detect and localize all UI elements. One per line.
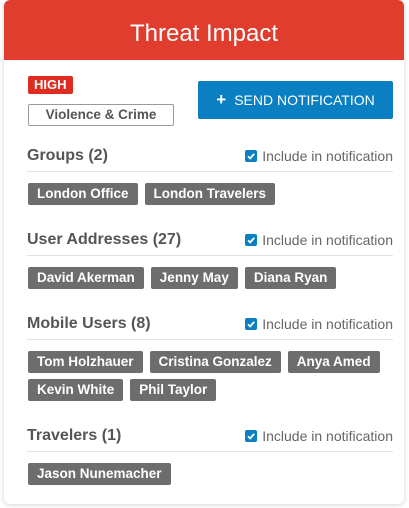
mobile-users-tags: Tom Holzhauer Cristina Gonzalez Anya Ame… (28, 351, 394, 401)
send-notification-label: SEND NOTIFICATION (234, 92, 375, 108)
include-label: Include in notification (262, 316, 393, 332)
section-title: Travelers (1) (27, 427, 122, 444)
panel-title: Threat Impact (4, 0, 404, 60)
section-title: Groups (2) (27, 147, 108, 164)
severity-badge: HIGH (28, 76, 73, 94)
threat-summary: HIGH Violence & Crime + SEND NOTIFICATIO… (4, 60, 404, 126)
tag-david-akerman: David Akerman (28, 267, 144, 289)
section-title: Mobile Users (8) (27, 315, 151, 332)
tag-jason-nunemacher: Jason Nunemacher (28, 463, 171, 485)
checkmark-icon (245, 318, 258, 330)
section-mobile-users-header: Mobile Users (8) Include in notification (27, 309, 393, 340)
groups-tags: London Office London Travelers (28, 183, 394, 205)
tag-anya-amed: Anya Amed (287, 351, 380, 373)
tag-diana-ryan: Diana Ryan (244, 267, 337, 289)
section-user-addresses-header: User Addresses (27) Include in notificat… (27, 225, 393, 256)
section-title: User Addresses (27) (27, 231, 182, 248)
tag-london-travelers: London Travelers (144, 183, 276, 205)
user-addresses-tags: David Akerman Jenny May Diana Ryan (28, 267, 394, 289)
include-user-addresses-checkbox[interactable]: Include in notification (245, 232, 393, 248)
include-travelers-checkbox[interactable]: Include in notification (245, 428, 393, 444)
tag-cristina-gonzalez: Cristina Gonzalez (149, 351, 281, 373)
include-label: Include in notification (262, 232, 393, 248)
include-label: Include in notification (262, 428, 393, 444)
include-mobile-users-checkbox[interactable]: Include in notification (245, 316, 393, 332)
section-travelers-header: Travelers (1) Include in notification (27, 421, 393, 452)
tag-london-office: London Office (28, 183, 138, 205)
tag-jenny-may: Jenny May (150, 267, 238, 289)
include-label: Include in notification (262, 148, 393, 164)
travelers-tags: Jason Nunemacher (28, 463, 394, 485)
checkmark-icon (245, 234, 258, 246)
include-groups-checkbox[interactable]: Include in notification (245, 148, 393, 164)
send-notification-button[interactable]: + SEND NOTIFICATION (198, 81, 393, 119)
threat-impact-panel: Threat Impact HIGH Violence & Crime + SE… (4, 0, 404, 504)
tag-tom-holzhauer: Tom Holzhauer (28, 351, 143, 373)
tag-kevin-white: Kevin White (28, 379, 124, 401)
section-groups-header: Groups (2) Include in notification (27, 141, 393, 172)
category-badge: Violence & Crime (28, 104, 174, 126)
plus-icon: + (216, 90, 227, 109)
checkmark-icon (245, 150, 258, 162)
checkmark-icon (245, 430, 258, 442)
tag-phil-taylor: Phil Taylor (130, 379, 217, 401)
